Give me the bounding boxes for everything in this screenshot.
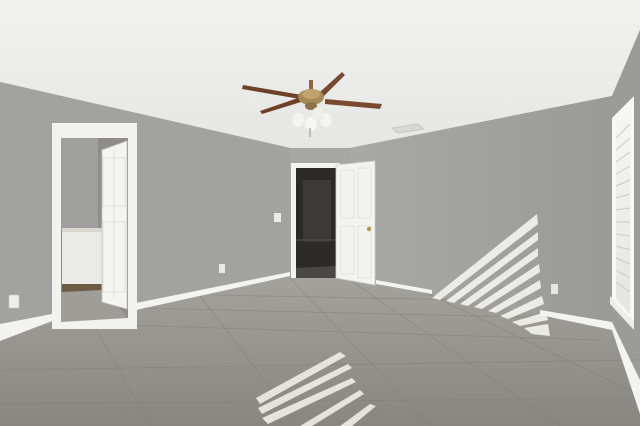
bathroom-vanity: [62, 230, 104, 284]
wall-outlet-icon: [219, 264, 225, 273]
wall-outlet-icon: [8, 294, 20, 309]
window: [610, 96, 634, 330]
bathroom-wall: [61, 138, 98, 230]
light-switch-icon: [274, 213, 281, 222]
fan-light-1: [292, 113, 304, 127]
closet-floor: [296, 266, 336, 278]
room-photo-drawing: [0, 0, 640, 426]
bathroom-door[interactable]: [101, 140, 128, 310]
vanity-top: [62, 228, 104, 232]
back-door[interactable]: [335, 160, 376, 286]
wall-outlet-icon: [551, 284, 558, 294]
fan-pull-chain: [309, 128, 311, 137]
back-doorway[interactable]: [291, 163, 340, 278]
door-knob[interactable]: [366, 226, 372, 232]
closet-interior: [303, 180, 331, 242]
fan-light-4: [312, 107, 324, 121]
left-doorway[interactable]: [52, 123, 137, 329]
room-photo: [0, 0, 640, 426]
